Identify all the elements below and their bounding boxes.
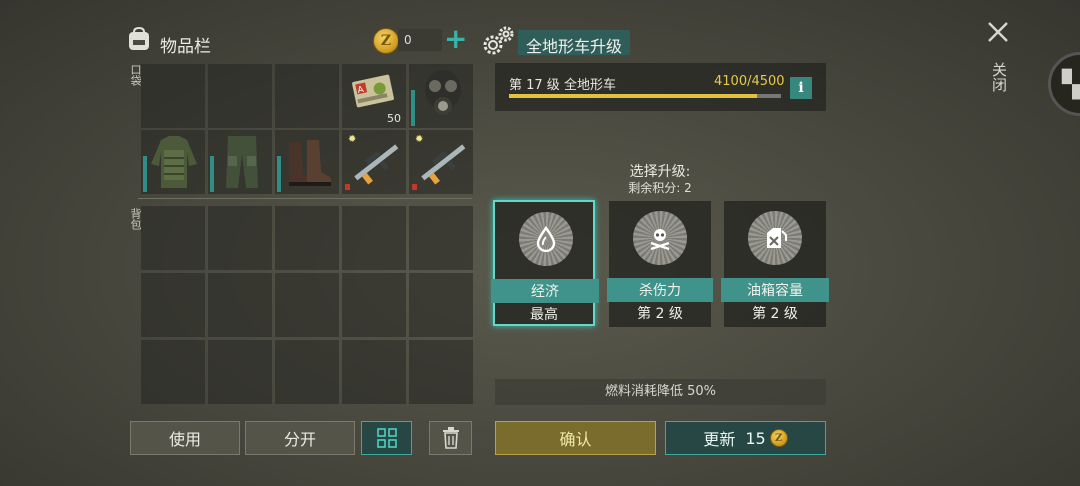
upgrade-card-tank[interactable]: 油箱容量 第 2 级 xyxy=(721,201,829,327)
backpack-slot[interactable] xyxy=(409,206,473,270)
fuel-drop-icon xyxy=(519,212,573,266)
gears-icon xyxy=(483,26,514,55)
add-coins-button[interactable]: + xyxy=(444,25,467,53)
backpack-slot[interactable] xyxy=(275,206,339,270)
upgrade-level: 第 2 级 xyxy=(752,306,798,322)
xp-bar-fill xyxy=(509,94,757,98)
use-button[interactable]: 使用 xyxy=(130,421,240,455)
grid-icon xyxy=(376,428,397,448)
refresh-button[interactable]: 更新 15 Z xyxy=(665,421,826,455)
inventory-slot[interactable] xyxy=(141,64,205,128)
sort-grid-button[interactable] xyxy=(361,421,412,455)
remaining-points: 剩余积分: 2 xyxy=(628,181,692,195)
backpack-slot[interactable] xyxy=(275,340,339,404)
backpack-icon xyxy=(129,27,149,50)
inventory-slot[interactable] xyxy=(208,64,272,128)
upgrade-title: 全地形车升级 xyxy=(518,30,631,56)
inventory-slot-gasmask[interactable] xyxy=(409,64,473,128)
split-button[interactable]: 分开 xyxy=(245,421,355,455)
backpack-slot[interactable] xyxy=(342,206,406,270)
backpack-slot[interactable] xyxy=(141,206,205,270)
refresh-label: 更新 xyxy=(703,430,736,449)
fuel-can-icon xyxy=(748,211,802,265)
upgrade-effect-text: 燃料消耗降低 50% xyxy=(495,379,826,405)
trash-button[interactable] xyxy=(429,421,472,455)
inventory-slot-keycard[interactable]: A 50 xyxy=(342,64,406,128)
backpack-slot[interactable] xyxy=(208,340,272,404)
gas-mask-icon xyxy=(425,70,461,115)
upgrade-name: 杀伤力 xyxy=(607,278,713,302)
upgrade-name: 油箱容量 xyxy=(721,278,829,302)
trash-icon xyxy=(442,427,459,449)
inventory-title: 物品栏 xyxy=(160,37,211,57)
choose-upgrade-label: 选择升级: xyxy=(629,164,691,180)
backpack-slot[interactable] xyxy=(141,340,205,404)
vehicle-xp: 4100/4500 xyxy=(714,74,785,89)
coin-icon: Z xyxy=(373,28,399,54)
backpack-slot[interactable] xyxy=(208,206,272,270)
vehicle-level: 第 17 级 全地形车 xyxy=(509,78,616,93)
confirm-button[interactable]: 确认 xyxy=(495,421,656,455)
info-button[interactable]: i xyxy=(790,77,812,99)
keycard-icon: A xyxy=(352,74,394,108)
durability-bar xyxy=(411,90,415,126)
skull-crossbones-icon xyxy=(633,211,687,265)
backpack-slot[interactable] xyxy=(342,273,406,337)
coin-icon: Z xyxy=(769,429,788,447)
upgrade-card-damage[interactable]: 杀伤力 第 2 级 xyxy=(607,201,713,327)
backpack-slot[interactable] xyxy=(141,273,205,337)
backpack-slot[interactable] xyxy=(409,273,473,337)
close-label[interactable]: 关闭 xyxy=(989,62,1010,92)
inventory-slot[interactable] xyxy=(275,64,339,128)
coin-count: 0 xyxy=(398,29,442,51)
backpack-slot[interactable] xyxy=(275,273,339,337)
refresh-cost: 15 xyxy=(745,428,766,448)
item-count: 50 xyxy=(387,112,401,125)
section-divider xyxy=(138,198,472,199)
backpack-slot[interactable] xyxy=(342,340,406,404)
upgrade-level: 第 2 级 xyxy=(637,306,683,322)
backpack-slot[interactable] xyxy=(208,273,272,337)
close-icon[interactable] xyxy=(986,20,1010,44)
backpack-slot[interactable] xyxy=(409,340,473,404)
side-menu-icon: ▚ xyxy=(1062,70,1080,100)
upgrade-name: 经济 xyxy=(491,279,599,303)
upgrade-card-economy[interactable]: 经济 最高 xyxy=(491,200,599,326)
upgrade-level: 最高 xyxy=(530,307,558,323)
